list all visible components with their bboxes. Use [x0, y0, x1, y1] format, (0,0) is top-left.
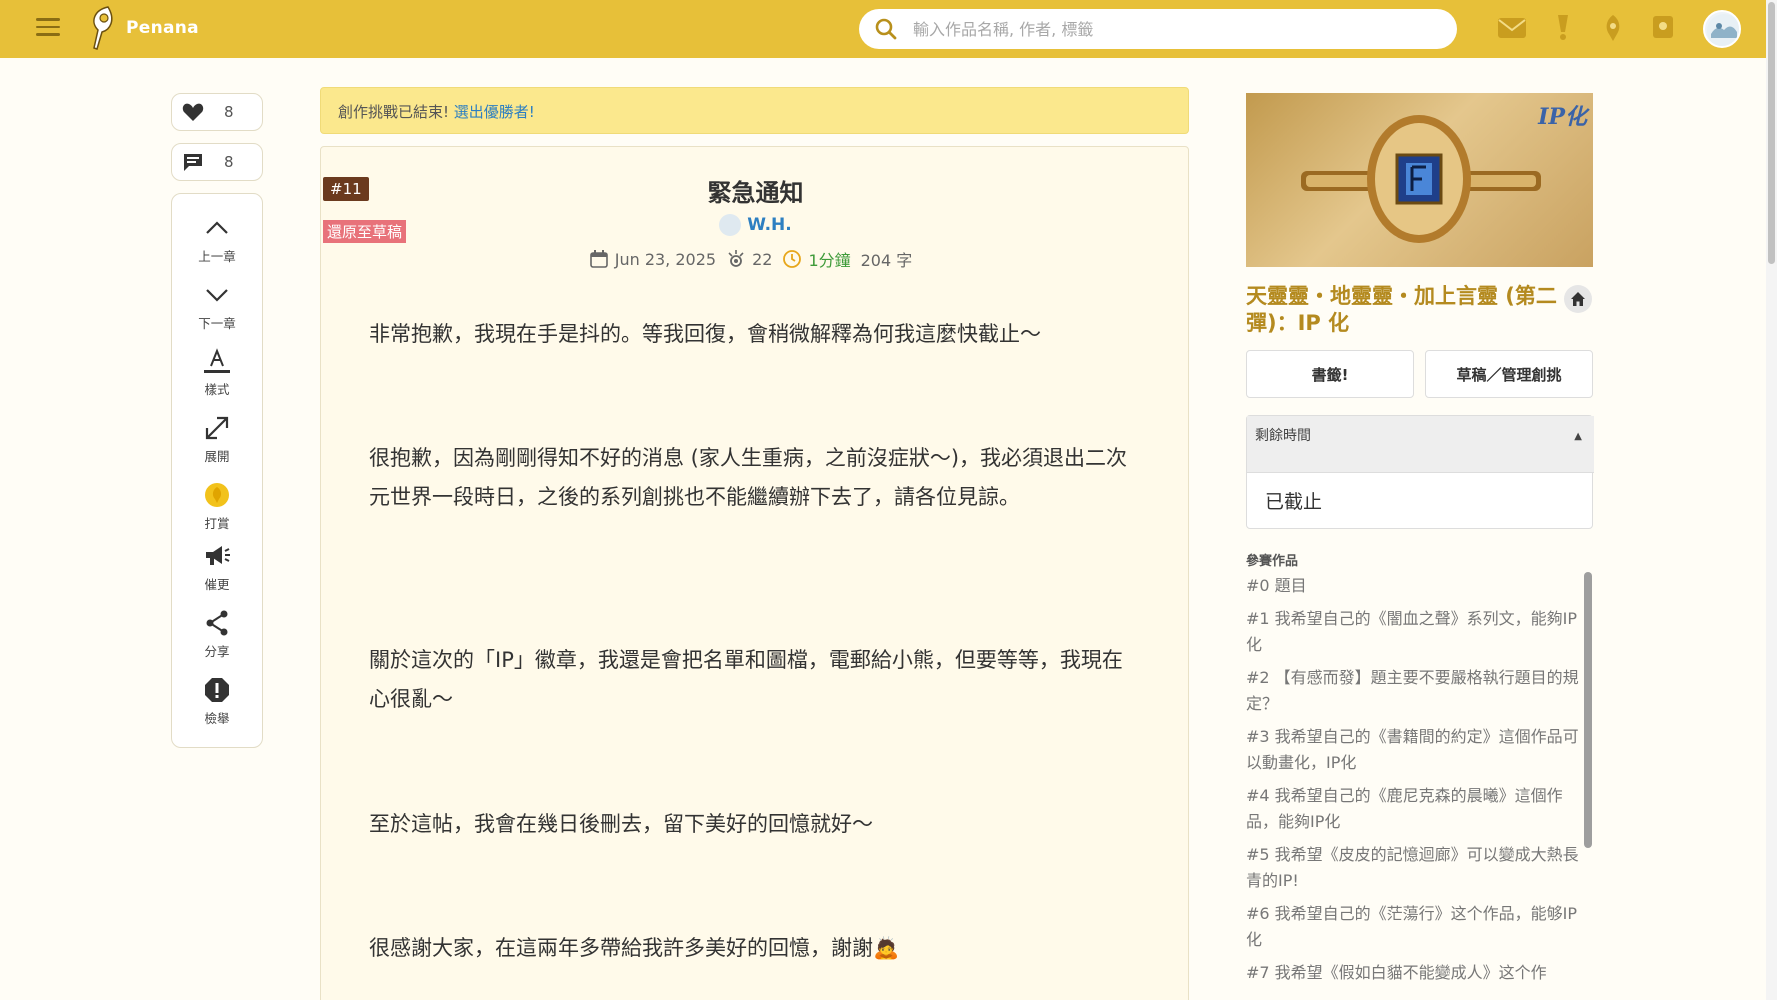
entries-scrollbar[interactable] [1584, 572, 1592, 848]
text-style-button[interactable]: 樣式 [172, 347, 262, 407]
tip-icon [205, 483, 229, 507]
expand-button[interactable]: 展開 [172, 414, 262, 474]
next-chapter-button[interactable]: 下一章 [172, 281, 262, 341]
clock-icon [783, 250, 802, 268]
menu-icon[interactable] [36, 18, 60, 38]
collapse-caret-icon[interactable]: ▲ [1574, 424, 1582, 450]
entry-link[interactable]: #4 我希望自己的《鹿尼克森的晨曦》這個作品，能夠IP化 [1246, 783, 1586, 835]
rail-label: 樣式 [204, 382, 230, 397]
rail-label: 催更 [204, 577, 230, 592]
window-scrollbar-thumb[interactable] [1768, 2, 1775, 264]
chapter-meta: Jun 23, 2025 22 1分鐘 204 字 [321, 247, 1190, 271]
paragraph: 關於這次的「IP」徽章，我還是會把名單和圖檔，電郵給小熊，但要等等，我現在心很亂… [369, 648, 1123, 711]
article-card: #11 還原至草稿 緊急通知 W.H. Jun 23, 2025 22 1分鐘 … [320, 146, 1189, 1000]
logo-text: Penana [126, 18, 199, 38]
chapter-action-rail: 上一章 下一章 樣式 展開 打賞 催更 分享 檢舉 [171, 193, 263, 748]
word-count: 204 字 [860, 251, 913, 270]
previous-chapter-button[interactable]: 上一章 [172, 214, 262, 274]
report-icon [205, 678, 229, 702]
share-icon [206, 610, 228, 636]
view-count: 22 [726, 249, 772, 269]
mail-icon[interactable] [1496, 12, 1528, 44]
challenge-ended-notice: 創作挑戰已結束! 選出優勝者! [320, 87, 1189, 134]
paragraph: 很抱歉，因為剛剛得知不好的消息 (家人生重病，之前沒症狀～)，我必須退出二次元世… [369, 446, 1128, 509]
pen-icon[interactable] [1547, 12, 1579, 44]
rail-label: 展開 [204, 449, 230, 464]
share-button[interactable]: 分享 [172, 609, 262, 669]
urge-update-button[interactable]: 催更 [172, 542, 262, 602]
chapter-title: 緊急通知 [707, 179, 804, 207]
rail-label: 分享 [204, 644, 230, 659]
author-name[interactable]: W.H. [747, 215, 792, 235]
remaining-time-panel: 剩餘時間 ▲ 已截止 [1246, 415, 1594, 529]
heart-icon [182, 103, 204, 121]
entry-link[interactable]: #0 題目 [1246, 573, 1586, 599]
date-text: Jun 23, 2025 [614, 249, 717, 269]
manage-challenge-button[interactable]: 草稿／管理創挑 [1425, 350, 1593, 398]
publish-date: Jun 23, 2025 [589, 249, 716, 269]
rail-label: 上一章 [198, 249, 236, 264]
search-bar[interactable] [859, 9, 1457, 49]
paragraph: 很感謝大家，在這兩年多帶給我許多美好的回憶，謝謝🙇 [369, 936, 900, 960]
remaining-time-label: 剩餘時間 [1255, 428, 1311, 444]
entry-link[interactable]: #3 我希望自己的《書籍間的約定》這個作品可以動畫化，IP化 [1246, 724, 1586, 776]
search-input[interactable] [913, 19, 1433, 39]
read-time-text: 1分鐘 [808, 251, 851, 270]
home-button[interactable] [1564, 285, 1592, 313]
entries-label: 參賽作品 [1246, 554, 1299, 569]
home-icon [1571, 292, 1585, 306]
bookmark-icon[interactable] [1647, 12, 1679, 44]
calendar-icon [589, 250, 608, 268]
paragraph: 至於這帖，我會在幾日後刪去，留下美好的回憶就好～ [369, 812, 873, 836]
entry-link[interactable]: #2 【有感而發】題主要不要嚴格執行題目的規定？ [1246, 665, 1586, 717]
expand-icon [205, 416, 229, 440]
search-icon[interactable] [873, 16, 899, 42]
rail-label: 檢舉 [204, 711, 230, 726]
author-avatar [719, 214, 742, 236]
comment-button[interactable]: 8 [171, 143, 263, 181]
user-avatar[interactable] [1703, 10, 1741, 48]
challenge-cover-image[interactable]: IP化 [1246, 93, 1593, 267]
like-count: 8 [224, 103, 234, 121]
views-icon [728, 250, 744, 267]
tip-button[interactable]: 打賞 [172, 481, 262, 541]
cover-tag-text: IP化 [1538, 104, 1587, 130]
read-time: 1分鐘 [782, 247, 851, 271]
megaphone-icon [206, 546, 230, 565]
text-style-icon [204, 348, 230, 373]
entry-link[interactable]: #6 我希望自己的《茫蕩行》这个作品，能够IP化 [1246, 901, 1586, 953]
paragraph: 非常抱歉，我現在手是抖的。等我回復，會稍微解釋為何我這麼快截止～ [369, 322, 1041, 346]
comment-icon [184, 154, 202, 171]
views-text: 22 [752, 249, 773, 269]
author-link[interactable]: W.H. [321, 214, 1190, 236]
like-button[interactable]: 8 [171, 93, 263, 131]
bookmark-button[interactable]: 書籤! [1246, 350, 1414, 398]
entry-link[interactable]: #1 我希望自己的《闇血之聲》系列文，能夠IP 化 [1246, 606, 1586, 658]
rail-label: 打賞 [204, 516, 230, 531]
notice-text: 創作挑戰已結束! [338, 103, 450, 121]
entry-link[interactable]: #7 我希望《假如白貓不能變成人》这个作 [1246, 960, 1586, 986]
entries-list: #0 題目 #1 我希望自己的《闇血之聲》系列文，能夠IP 化 #2 【有感而發… [1246, 573, 1586, 993]
penana-logo-icon [93, 6, 113, 50]
comment-count: 8 [224, 153, 234, 171]
chevron-down-icon [206, 289, 228, 302]
remaining-time-value: 已截止 [1265, 491, 1323, 513]
chevron-up-icon [206, 221, 228, 234]
remaining-time-header[interactable]: 剩餘時間 ▲ [1247, 416, 1594, 473]
top-bar: Penana [0, 0, 1766, 58]
select-winners-link[interactable]: 選出優勝者! [454, 103, 535, 121]
challenge-title[interactable]: 天靈靈・地靈靈・加上言靈 (第二彈)：IP 化 [1246, 283, 1566, 337]
entry-link[interactable]: #5 我希望《皮皮的記憶迴廊》可以變成大熱長青的IP! [1246, 842, 1586, 894]
notification-icon[interactable] [1597, 12, 1629, 44]
rail-label: 下一章 [198, 316, 236, 331]
penana-logo[interactable]: Penana [84, 4, 199, 52]
report-button[interactable]: 檢舉 [172, 676, 262, 736]
